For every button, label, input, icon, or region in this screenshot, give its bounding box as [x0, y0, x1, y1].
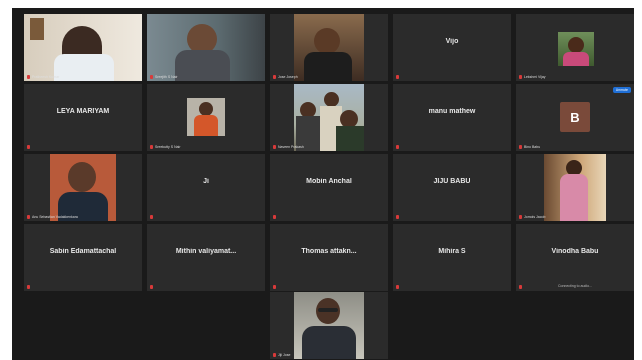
- participant-tile[interactable]: Thomas attakn...: [270, 224, 388, 291]
- participant-name: Thomas attakn...: [301, 248, 357, 255]
- wall-frame: [30, 18, 44, 40]
- mic-muted-icon: [396, 75, 399, 79]
- participant-tile[interactable]: Lekshmi Vijay: [516, 14, 634, 81]
- person-shirt: [563, 52, 589, 66]
- person-shirt: [194, 115, 218, 136]
- person-silhouette: [568, 37, 584, 53]
- person-silhouette: [324, 92, 339, 107]
- participant-tile[interactable]: LEYA MARIYAM: [24, 84, 142, 151]
- participant-tile[interactable]: Mithin valiyamat...: [147, 224, 265, 291]
- participant-name: Mithin valiyamat...: [175, 248, 237, 255]
- participant-name: Jiji Jose: [278, 353, 291, 357]
- participant-tile[interactable]: Vijo: [393, 14, 511, 81]
- connection-status: Connecting to audio...: [557, 284, 593, 288]
- participant-name: JIJU BABU: [433, 178, 471, 185]
- participant-name: Ji: [203, 178, 209, 185]
- participant-name: Mobin Anchal: [306, 178, 352, 185]
- participant-name: Bino Babu: [524, 145, 541, 149]
- participant-name: Mihira S: [438, 248, 466, 255]
- participant-name: Jomols Jacob: [524, 215, 546, 219]
- participant-name: Vinodha Babu: [551, 248, 599, 255]
- mic-muted-icon: [150, 75, 153, 79]
- participant-name: Anu Sebastian Vadakkenkara: [32, 215, 78, 219]
- participant-name: Naveen Prakash: [278, 145, 304, 149]
- mic-muted-icon: [273, 145, 276, 149]
- participant-video: [544, 154, 606, 221]
- participant-tile[interactable]: Sabin Edamattachal: [24, 224, 142, 291]
- participant-video: [147, 14, 265, 81]
- person-shirt: [336, 126, 364, 151]
- mic-muted-icon: [273, 353, 276, 357]
- participant-tile[interactable]: Mobin Anchal: [270, 154, 388, 221]
- participant-name: manu mathew: [428, 108, 476, 115]
- participant-tile[interactable]: manu mathew: [393, 84, 511, 151]
- participant-tile[interactable]: Vinodha Babu Connecting to audio...: [516, 224, 634, 291]
- participant-name: Sreekutty S Nair: [155, 145, 181, 149]
- participant-tile[interactable]: Mihira S: [393, 224, 511, 291]
- person-shirt: [175, 50, 230, 81]
- person-shirt: [560, 174, 588, 221]
- mic-muted-icon: [396, 145, 399, 149]
- participant-tile[interactable]: Jose Joseph: [270, 14, 388, 81]
- mic-muted-icon: [27, 75, 30, 79]
- participant-tile[interactable]: Naveen Prakash: [270, 84, 388, 151]
- unmute-badge[interactable]: Unmute: [612, 87, 631, 93]
- participant-tile[interactable]: Jiji Jose: [270, 292, 388, 359]
- mic-muted-icon: [27, 285, 30, 289]
- participant-name: Jose Joseph: [278, 75, 298, 79]
- participant-video: [50, 154, 116, 221]
- mic-muted-icon: [519, 145, 522, 149]
- participant-photo: [187, 98, 225, 136]
- participant-video: [294, 84, 364, 151]
- participant-tile[interactable]: Sreejith S Nair: [147, 14, 265, 81]
- person-shirt: [302, 326, 356, 359]
- participant-name: Lekshmi Vijay: [524, 75, 546, 79]
- participant-video: [294, 14, 364, 81]
- mic-muted-icon: [150, 145, 153, 149]
- person-silhouette: [314, 28, 340, 54]
- mic-muted-icon: [27, 215, 30, 219]
- mic-muted-icon: [519, 285, 522, 289]
- participant-photo: [558, 32, 594, 66]
- mic-muted-icon: [27, 145, 30, 149]
- person-silhouette: [199, 102, 213, 116]
- participant-name: Vijo: [445, 38, 459, 45]
- person-shirt: [54, 54, 114, 81]
- mic-muted-icon: [519, 215, 522, 219]
- participant-name: Sreejith S Nair: [155, 75, 178, 79]
- participant-video: [294, 292, 364, 359]
- mic-muted-icon: [273, 75, 276, 79]
- participant-video: [24, 14, 142, 81]
- participant-tile[interactable]: Anu Sebastian Vadakkenkara: [24, 154, 142, 221]
- avatar: B: [560, 102, 590, 132]
- mic-muted-icon: [396, 285, 399, 289]
- participant-tile[interactable]: Pratheesh Kumar: [24, 14, 142, 81]
- participant-tile[interactable]: Ji: [147, 154, 265, 221]
- participant-tile[interactable]: Unmute B Bino Babu: [516, 84, 634, 151]
- participant-name: LEYA MARIYAM: [56, 108, 110, 115]
- mic-muted-icon: [273, 285, 276, 289]
- participant-tile[interactable]: Jomols Jacob: [516, 154, 634, 221]
- meeting-gallery: Pratheesh Kumar Sreejith S Nair Jose Jos…: [12, 8, 634, 360]
- participant-name: Pratheesh Kumar: [32, 75, 60, 79]
- participant-tile[interactable]: Sreekutty S Nair: [147, 84, 265, 151]
- mic-muted-icon: [150, 285, 153, 289]
- participant-tile[interactable]: JIJU BABU: [393, 154, 511, 221]
- mic-muted-icon: [150, 215, 153, 219]
- person-glasses: [318, 308, 338, 312]
- mic-muted-icon: [519, 75, 522, 79]
- person-shirt: [304, 52, 352, 81]
- mic-muted-icon: [396, 215, 399, 219]
- participant-name: Sabin Edamattachal: [49, 248, 117, 255]
- mic-muted-icon: [273, 215, 276, 219]
- person-silhouette: [68, 162, 96, 192]
